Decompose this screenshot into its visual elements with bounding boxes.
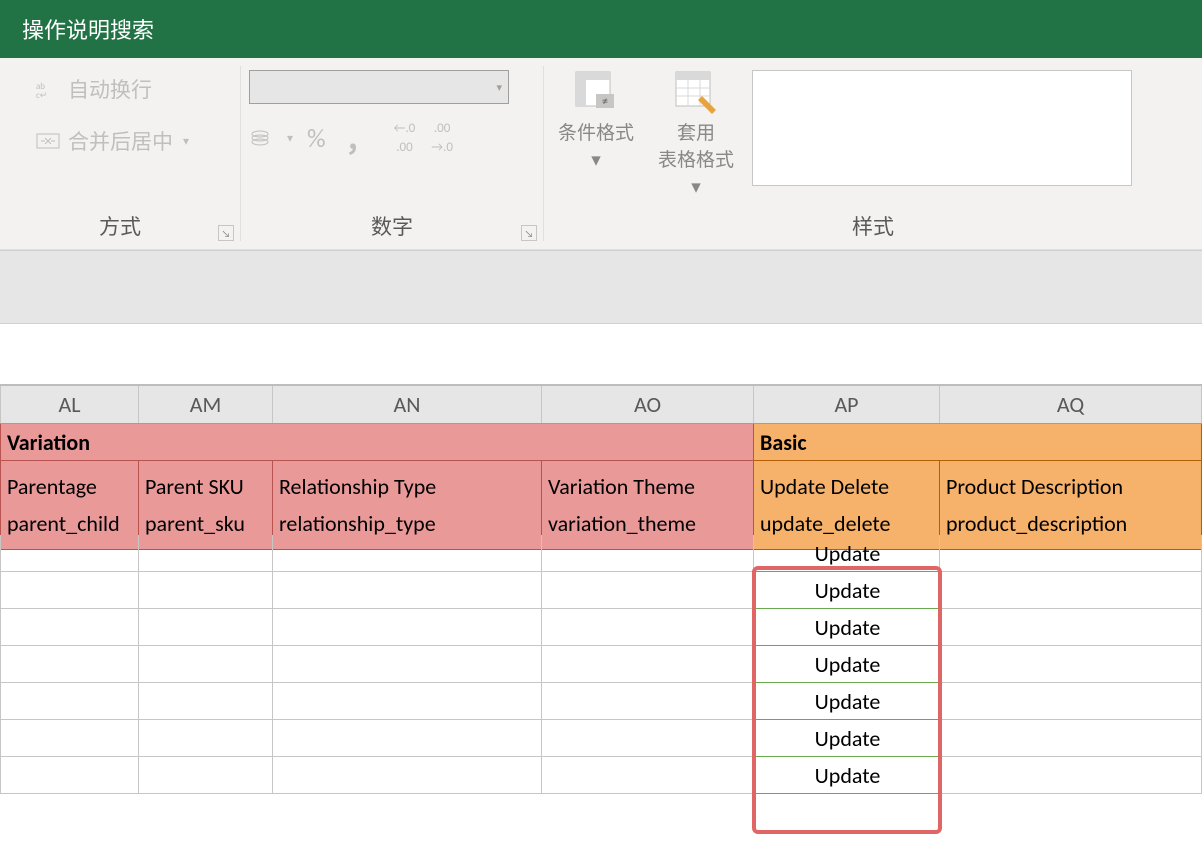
section-basic[interactable]: Basic bbox=[754, 424, 1202, 461]
cell[interactable] bbox=[940, 646, 1202, 683]
cell-update[interactable]: Update bbox=[754, 646, 940, 683]
cell[interactable] bbox=[542, 572, 754, 609]
formula-bar-area bbox=[0, 250, 1202, 324]
title-bar: 操作说明搜索 bbox=[0, 0, 1202, 58]
cell[interactable] bbox=[139, 646, 273, 683]
conditional-format-icon: ≠ bbox=[572, 70, 620, 114]
table-format-button[interactable]: 套用 表格格式 ▾ bbox=[652, 70, 740, 199]
increase-decimal-button[interactable]: ←.0 .00 bbox=[390, 122, 420, 154]
chevron-down-icon: ▾ bbox=[591, 149, 601, 172]
header-row-1: Parentage Parent SKU Relationship Type V… bbox=[0, 461, 1202, 498]
conditional-format-button[interactable]: ≠ 条件格式 ▾ bbox=[552, 70, 640, 172]
cell[interactable] bbox=[0, 720, 139, 757]
cell[interactable] bbox=[542, 609, 754, 646]
number-dialog-launcher[interactable]: ↘ bbox=[521, 225, 537, 241]
cell[interactable] bbox=[0, 683, 139, 720]
alignment-group-label: 方式 bbox=[8, 211, 232, 243]
col-header-AO[interactable]: AO bbox=[542, 386, 754, 423]
decrease-decimal-button[interactable]: .00 →.0 bbox=[427, 122, 457, 154]
data-row: Update bbox=[0, 646, 1202, 683]
cell[interactable] bbox=[0, 609, 139, 646]
cell[interactable] bbox=[940, 609, 1202, 646]
cell[interactable] bbox=[0, 535, 139, 572]
cell[interactable] bbox=[139, 720, 273, 757]
cell[interactable] bbox=[940, 535, 1202, 572]
percent-button[interactable]: % bbox=[301, 122, 332, 154]
col-header-AM[interactable]: AM bbox=[139, 386, 273, 423]
svg-text:≠: ≠ bbox=[602, 95, 608, 109]
merge-center-icon bbox=[34, 129, 62, 153]
cell-styles-gallery[interactable] bbox=[752, 70, 1132, 186]
cell-update[interactable]: Update bbox=[754, 683, 940, 720]
chevron-down-icon: ▾ bbox=[287, 131, 293, 146]
styles-group-label: 样式 bbox=[552, 211, 1194, 243]
data-row: Update bbox=[0, 720, 1202, 757]
cell[interactable] bbox=[139, 683, 273, 720]
comma-button[interactable]: ， bbox=[340, 116, 382, 160]
col-header-AQ[interactable]: AQ bbox=[940, 386, 1202, 423]
cell[interactable] bbox=[542, 646, 754, 683]
cell[interactable] bbox=[542, 757, 754, 794]
number-group-label: 数字 bbox=[249, 211, 535, 243]
svg-text:c↵: c↵ bbox=[36, 90, 47, 99]
cell-update[interactable]: Update bbox=[754, 757, 940, 794]
cell[interactable] bbox=[542, 683, 754, 720]
search-help-text[interactable]: 操作说明搜索 bbox=[22, 13, 154, 45]
cell[interactable] bbox=[273, 535, 542, 572]
cell[interactable] bbox=[273, 572, 542, 609]
data-row: Update bbox=[0, 572, 1202, 609]
cell[interactable] bbox=[542, 535, 754, 572]
currency-button[interactable]: ▾ bbox=[249, 126, 293, 150]
cell[interactable] bbox=[542, 720, 754, 757]
col-header-AN[interactable]: AN bbox=[273, 386, 542, 423]
column-headers: AL AM AN AO AP AQ bbox=[0, 386, 1202, 424]
data-row: Update bbox=[0, 609, 1202, 646]
cell[interactable] bbox=[139, 572, 273, 609]
data-row: Update bbox=[0, 683, 1202, 720]
cell[interactable] bbox=[940, 720, 1202, 757]
chevron-down-icon: ▾ bbox=[691, 176, 701, 199]
number-format-dropdown[interactable]: ▾ bbox=[249, 70, 509, 104]
table-format-icon bbox=[672, 70, 720, 114]
data-row: Update bbox=[0, 757, 1202, 794]
cell[interactable] bbox=[0, 646, 139, 683]
section-row: Variation Basic bbox=[0, 424, 1202, 461]
cell[interactable] bbox=[940, 683, 1202, 720]
wrap-text-icon: abc↵ bbox=[34, 77, 62, 101]
col-header-AP[interactable]: AP bbox=[754, 386, 940, 423]
chevron-down-icon: ▾ bbox=[183, 134, 189, 149]
cell[interactable] bbox=[139, 757, 273, 794]
cell[interactable] bbox=[273, 757, 542, 794]
wrap-text-button[interactable]: abc↵ 自动换行 bbox=[28, 70, 158, 108]
col-header-AL[interactable]: AL bbox=[0, 386, 139, 423]
cell[interactable] bbox=[273, 609, 542, 646]
cell-update[interactable]: Update bbox=[754, 609, 940, 646]
cell[interactable] bbox=[139, 535, 273, 572]
chevron-down-icon: ▾ bbox=[496, 81, 502, 94]
section-variation[interactable]: Variation bbox=[0, 424, 754, 461]
data-row: Update bbox=[0, 535, 1202, 572]
cell-update[interactable]: Update bbox=[754, 572, 940, 609]
cell[interactable] bbox=[0, 572, 139, 609]
cell[interactable] bbox=[273, 646, 542, 683]
cell[interactable] bbox=[273, 720, 542, 757]
header-row-2: parent_child parent_sku relationship_typ… bbox=[0, 498, 1202, 535]
ribbon: abc↵ 自动换行 合并后居中 ▾ 方式 ↘ ▾ bbox=[0, 58, 1202, 250]
currency-icon bbox=[249, 126, 277, 150]
cell[interactable] bbox=[940, 757, 1202, 794]
merge-center-button[interactable]: 合并后居中 ▾ bbox=[28, 122, 195, 160]
cell-update[interactable]: Update bbox=[754, 720, 940, 757]
spreadsheet-grid[interactable]: AL AM AN AO AP AQ Variation Basic Parent… bbox=[0, 386, 1202, 794]
blank-row-area bbox=[0, 324, 1202, 386]
cell[interactable] bbox=[940, 572, 1202, 609]
cell-update[interactable]: Update bbox=[754, 535, 940, 572]
cell[interactable] bbox=[0, 757, 139, 794]
cell[interactable] bbox=[139, 609, 273, 646]
alignment-dialog-launcher[interactable]: ↘ bbox=[218, 225, 234, 241]
cell[interactable] bbox=[273, 683, 542, 720]
